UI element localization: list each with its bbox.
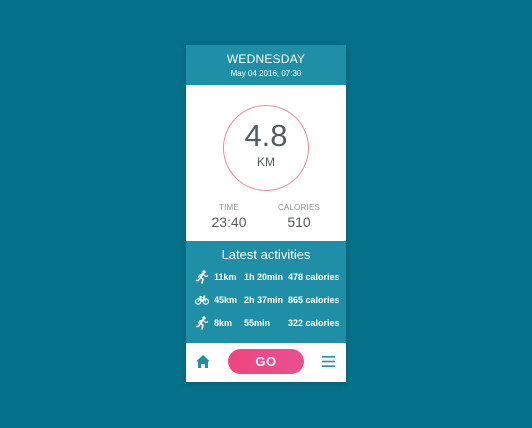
calories-label: CALORIES (277, 203, 321, 212)
day-label: WEDNESDAY (226, 52, 306, 66)
distance-value: 4.8 (244, 118, 288, 153)
bicycle-icon (195, 295, 209, 305)
activity-row[interactable]: 8km 55min 322 calories (186, 316, 346, 332)
date-header: WEDNESDAY May 04 2016, 07:30 (186, 45, 346, 85)
bottom-nav: GO (186, 343, 346, 382)
latest-activities-panel: Latest activities 11km 1h 20min 478 calo… (186, 241, 346, 343)
distance-ring: 4.8 KM (223, 105, 309, 191)
activity-distance: 45km (214, 295, 238, 305)
activity-calories: 322 calories (288, 318, 340, 328)
activity-calories: 478 calories (288, 272, 340, 282)
distance-unit: KM (257, 155, 275, 169)
calories-value: 510 (287, 214, 311, 230)
activity-row[interactable]: 45km 2h 37min 865 calories (186, 293, 346, 309)
activity-duration: 55min (244, 318, 271, 328)
activity-distance: 11km (214, 272, 237, 282)
activity-duration: 2h 37min (244, 295, 284, 305)
time-value: 23:40 (211, 214, 247, 230)
calories-stat: CALORIES 510 (264, 203, 334, 230)
activity-card: WEDNESDAY May 04 2016, 07:30 4.8 KM TIME… (186, 45, 346, 382)
time-stat: TIME 23:40 (194, 203, 264, 230)
activity-duration: 1h 20min (244, 272, 284, 282)
menu-icon[interactable] (322, 356, 335, 367)
activity-distance: 8km (214, 318, 233, 328)
go-button[interactable]: GO (228, 349, 304, 374)
home-icon[interactable] (195, 354, 211, 369)
activity-row[interactable]: 11km 1h 20min 478 calories (186, 270, 346, 286)
time-label: TIME (219, 203, 239, 212)
date-time-label: May 04 2016, 07:30 (230, 69, 302, 78)
activity-calories: 865 calories (288, 295, 340, 305)
running-icon (195, 316, 209, 330)
activities-title: Latest activities (221, 247, 311, 262)
running-icon (195, 270, 209, 284)
